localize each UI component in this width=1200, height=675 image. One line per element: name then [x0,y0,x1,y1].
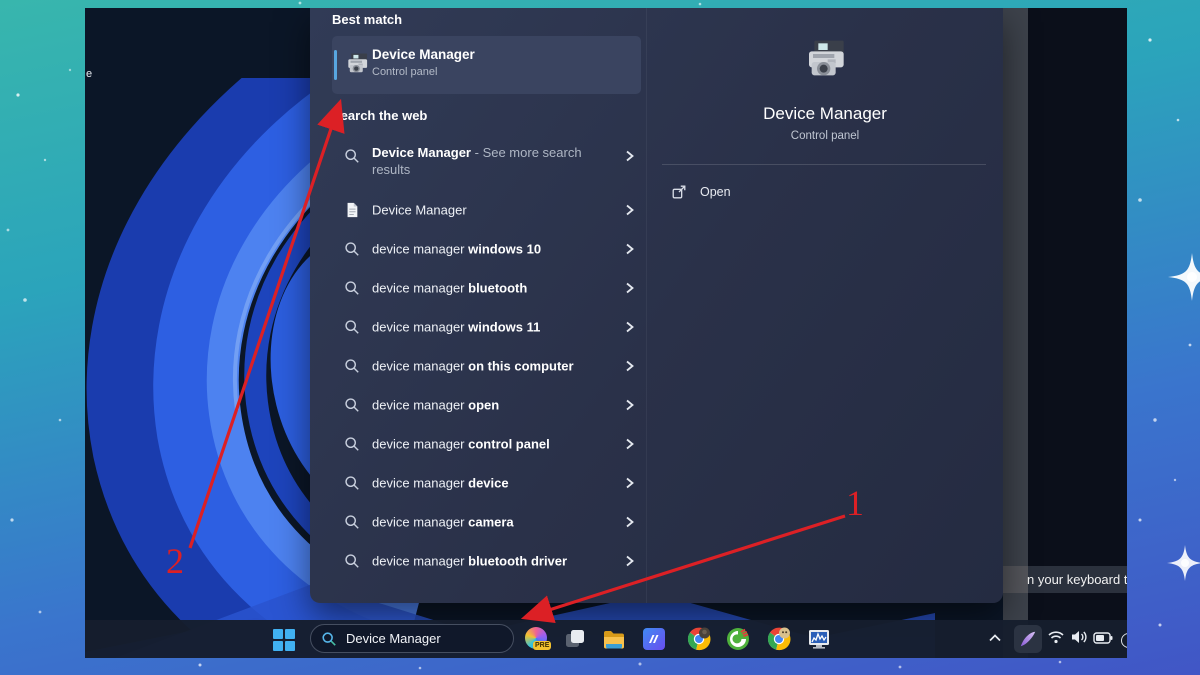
step-2-label: 2 [166,540,184,582]
battery-status[interactable] [1093,631,1117,655]
suggestion-windows-11[interactable]: device manager windows 11 [332,307,632,346]
performance-monitor-button[interactable] [807,627,831,651]
taskbar-search-box[interactable]: Device Manager [310,624,514,653]
detail-subtitle: Control panel [647,130,1003,142]
open-label: Open [700,185,731,199]
battery-icon [1093,632,1113,644]
task-view-button[interactable] [563,627,587,651]
performance-monitor-icon [807,627,831,651]
open-action[interactable]: Open [671,184,731,200]
chevron-right-icon [624,282,636,294]
step-1-label: 1 [846,482,864,524]
green-browser-icon [726,627,750,651]
chevron-right-icon [624,399,636,411]
copilot-button[interactable]: PRE [525,627,549,651]
suggestion-camera[interactable]: device manager camera [332,502,632,541]
suggestion-see-more[interactable]: Device Manager - See more search results [332,138,632,190]
external-link-icon [671,184,687,200]
tray-overflow-button[interactable] [988,630,1012,654]
start-button[interactable] [273,629,295,651]
search-icon [344,319,360,335]
start-search-flyout: Best match Device Manager Control panel … [310,8,1003,603]
desktop-icon-label-fragment: e [86,68,92,80]
chevron-right-icon [624,150,636,162]
search-icon [344,148,360,164]
suggestion-document[interactable]: Device Manager [332,190,632,229]
suggestion-bluetooth[interactable]: device manager bluetooth [332,268,632,307]
result-detail-pane: Device Manager Control panel Open [647,8,1003,603]
underlay-window [1028,8,1127,658]
detail-divider [662,164,986,165]
green-browser-button[interactable] [726,627,750,651]
detail-title: Device Manager [647,104,1003,124]
wifi-icon [1047,630,1065,644]
search-icon [344,358,360,374]
chrome-profile2-button[interactable] [767,627,791,651]
chrome-icon [767,627,791,651]
pen-menu-button[interactable] [1014,625,1042,653]
search-icon [344,553,360,569]
chevron-right-icon [624,555,636,567]
search-icon [344,280,360,296]
volume-status[interactable] [1070,629,1094,653]
search-icon [344,475,360,491]
suggestion-open[interactable]: device manager open [332,385,632,424]
m-app-button[interactable] [642,627,666,651]
device-manager-icon-large [801,38,849,86]
best-match-subtitle: Control panel [372,66,437,78]
suggestion-bluetooth-driver[interactable]: device manager bluetooth driver [332,541,632,580]
chevron-right-icon [624,243,636,255]
search-icon [344,397,360,413]
star-flare-icon [1167,253,1200,581]
underlay-caption: n your keyboard to t [1003,566,1127,593]
chevron-right-icon [624,204,636,216]
device-manager-icon [344,52,370,78]
search-icon [344,241,360,257]
copilot-pre-badge: PRE [533,641,551,650]
chrome-profile1-button[interactable] [687,627,711,651]
captured-desktop: e n your keyboard to t Best match Device… [85,8,1127,658]
suggestion-on-this-computer[interactable]: device manager on this computer [332,346,632,385]
m-app-icon [642,627,666,651]
taskbar-search-text: Device Manager [346,631,441,646]
chrome-icon [687,627,711,651]
chevron-right-icon [624,438,636,450]
suggestion-device[interactable]: device manager device [332,463,632,502]
chevron-right-icon [624,516,636,528]
chevron-up-icon [988,633,1002,643]
document-icon [344,202,360,218]
suggestion-windows-10[interactable]: device manager windows 10 [332,229,632,268]
chevron-right-icon [624,477,636,489]
search-icon [321,631,337,647]
chevron-right-icon [624,360,636,372]
speaker-icon [1070,629,1088,645]
best-match-header: Best match [332,12,402,27]
selection-accent-bar [334,50,337,80]
wifi-status[interactable] [1047,630,1071,654]
chevron-right-icon [624,321,636,333]
taskbar: Device Manager PRE [85,620,1127,658]
search-icon [344,514,360,530]
underlay-window-edge [1003,8,1028,658]
best-match-title: Device Manager [372,47,475,62]
file-explorer-button[interactable] [602,627,626,651]
suggestion-control-panel[interactable]: device manager control panel [332,424,632,463]
best-match-result[interactable]: Device Manager Control panel [332,36,641,94]
folder-icon [602,627,626,651]
search-icon [344,436,360,452]
feather-pen-icon [1019,630,1037,648]
web-suggestions-list: Device Manager - See more search results… [332,138,632,580]
task-view-icon [563,627,587,651]
search-web-header: Search the web [332,108,427,123]
